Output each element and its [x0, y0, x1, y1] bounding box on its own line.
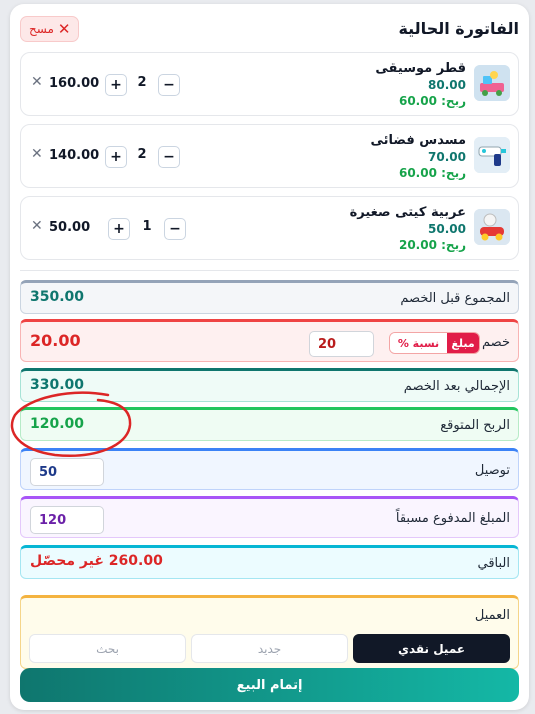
- space-gun-image: [474, 137, 510, 173]
- remaining-label: الباقي: [477, 556, 510, 571]
- item-total: 50.00: [49, 220, 91, 235]
- invoice-header: الفاتورة الحالية ✕ مسح: [20, 16, 519, 46]
- plus-icon: +: [110, 149, 122, 165]
- clear-label: مسح: [29, 22, 54, 36]
- discount-value: 20.00: [30, 331, 81, 350]
- plus-icon: +: [110, 77, 122, 93]
- subtotal-value: 350.00: [30, 289, 85, 305]
- decrease-qty-button[interactable]: −: [158, 74, 180, 96]
- item-name: عربية كيتى صغيرة: [349, 205, 466, 220]
- cart-item: عربية كيتى صغيرة 50.00 ربح: 20.00 − 1 + …: [20, 196, 519, 260]
- new-customer-button[interactable]: جديد: [191, 634, 348, 663]
- cart-item: مسدس فضائى 70.00 ربح: 60.00 − 2 + 140.00…: [20, 124, 519, 188]
- prepaid-box: المبلغ المدفوع مسبقاً 120: [20, 496, 519, 538]
- item-price: 70.00: [428, 150, 466, 164]
- prepaid-input[interactable]: 120: [30, 506, 104, 534]
- after-discount-value: 330.00: [30, 377, 85, 393]
- increase-qty-button[interactable]: +: [105, 74, 127, 96]
- remove-item-icon[interactable]: ✕: [31, 146, 43, 162]
- remaining-value: 260.00 غير محصّل: [30, 553, 163, 569]
- item-name: مسدس فضائى: [370, 133, 467, 148]
- decrease-qty-button[interactable]: −: [158, 146, 180, 168]
- minus-icon: −: [163, 149, 175, 165]
- remove-item-icon[interactable]: ✕: [31, 218, 43, 234]
- invoice-title: الفاتورة الحالية: [398, 19, 519, 38]
- customer-label: العميل: [474, 608, 510, 623]
- profit-value: 120.00: [30, 416, 85, 432]
- cart-item: قطر موسيقى 80.00 ربح: 60.00 − 2 + 160.00…: [20, 52, 519, 116]
- train-toy-image: [474, 65, 510, 101]
- minus-icon: −: [169, 221, 181, 237]
- profit-box: الربح المتوقع 120.00: [20, 407, 519, 441]
- remaining-box: الباقي 260.00 غير محصّل: [20, 545, 519, 579]
- item-profit: ربح: 60.00: [398, 94, 466, 108]
- discount-input[interactable]: 20: [309, 331, 374, 357]
- item-price: 80.00: [428, 78, 466, 92]
- profit-label: الربح المتوقع: [440, 418, 510, 433]
- item-qty: 1: [142, 219, 152, 234]
- remove-item-icon[interactable]: ✕: [31, 74, 43, 90]
- divider: [20, 270, 519, 271]
- decrease-qty-button[interactable]: −: [164, 218, 186, 240]
- search-customer-button[interactable]: بحث: [29, 634, 186, 663]
- close-icon: ✕: [57, 19, 71, 38]
- item-qty: 2: [137, 75, 147, 90]
- item-profit: ربح: 60.00: [398, 166, 466, 180]
- after-discount-box: الإجمالي بعد الخصم 330.00: [20, 368, 519, 402]
- subtotal-label: المجموع قبل الخصم: [400, 291, 510, 306]
- invoice-panel: الفاتورة الحالية ✕ مسح قطر موسيقى 80.00 …: [10, 4, 529, 710]
- clear-button[interactable]: ✕ مسح: [20, 16, 80, 42]
- delivery-box: توصيل 50: [20, 448, 519, 490]
- discount-type-toggle[interactable]: مبلغ نسبة %: [389, 332, 480, 354]
- delivery-label: توصيل: [474, 463, 510, 478]
- item-total: 140.00: [49, 148, 100, 163]
- discount-percent-option[interactable]: نسبة %: [390, 333, 447, 353]
- after-discount-label: الإجمالي بعد الخصم: [403, 379, 510, 394]
- plus-icon: +: [113, 221, 125, 237]
- minus-icon: −: [163, 77, 175, 93]
- customer-box: العميل عميل نقدي جديد بحث: [20, 595, 519, 669]
- delivery-input[interactable]: 50: [30, 458, 104, 486]
- discount-label: خصم: [482, 335, 510, 350]
- item-qty: 2: [137, 147, 147, 162]
- cash-customer-button[interactable]: عميل نقدي: [353, 634, 510, 663]
- item-price: 50.00: [428, 222, 466, 236]
- item-name: قطر موسيقى: [375, 61, 466, 76]
- item-profit: ربح: 20.00: [398, 238, 466, 252]
- discount-box: خصم مبلغ نسبة % 20 20.00: [20, 319, 519, 362]
- increase-qty-button[interactable]: +: [108, 218, 130, 240]
- prepaid-label: المبلغ المدفوع مسبقاً: [395, 511, 510, 526]
- complete-sale-button[interactable]: إتمام البيع: [20, 668, 519, 702]
- increase-qty-button[interactable]: +: [105, 146, 127, 168]
- item-total: 160.00: [49, 76, 100, 91]
- subtotal-box: المجموع قبل الخصم 350.00: [20, 280, 519, 314]
- kitty-car-image: [474, 209, 510, 245]
- discount-amount-option[interactable]: مبلغ: [447, 333, 479, 353]
